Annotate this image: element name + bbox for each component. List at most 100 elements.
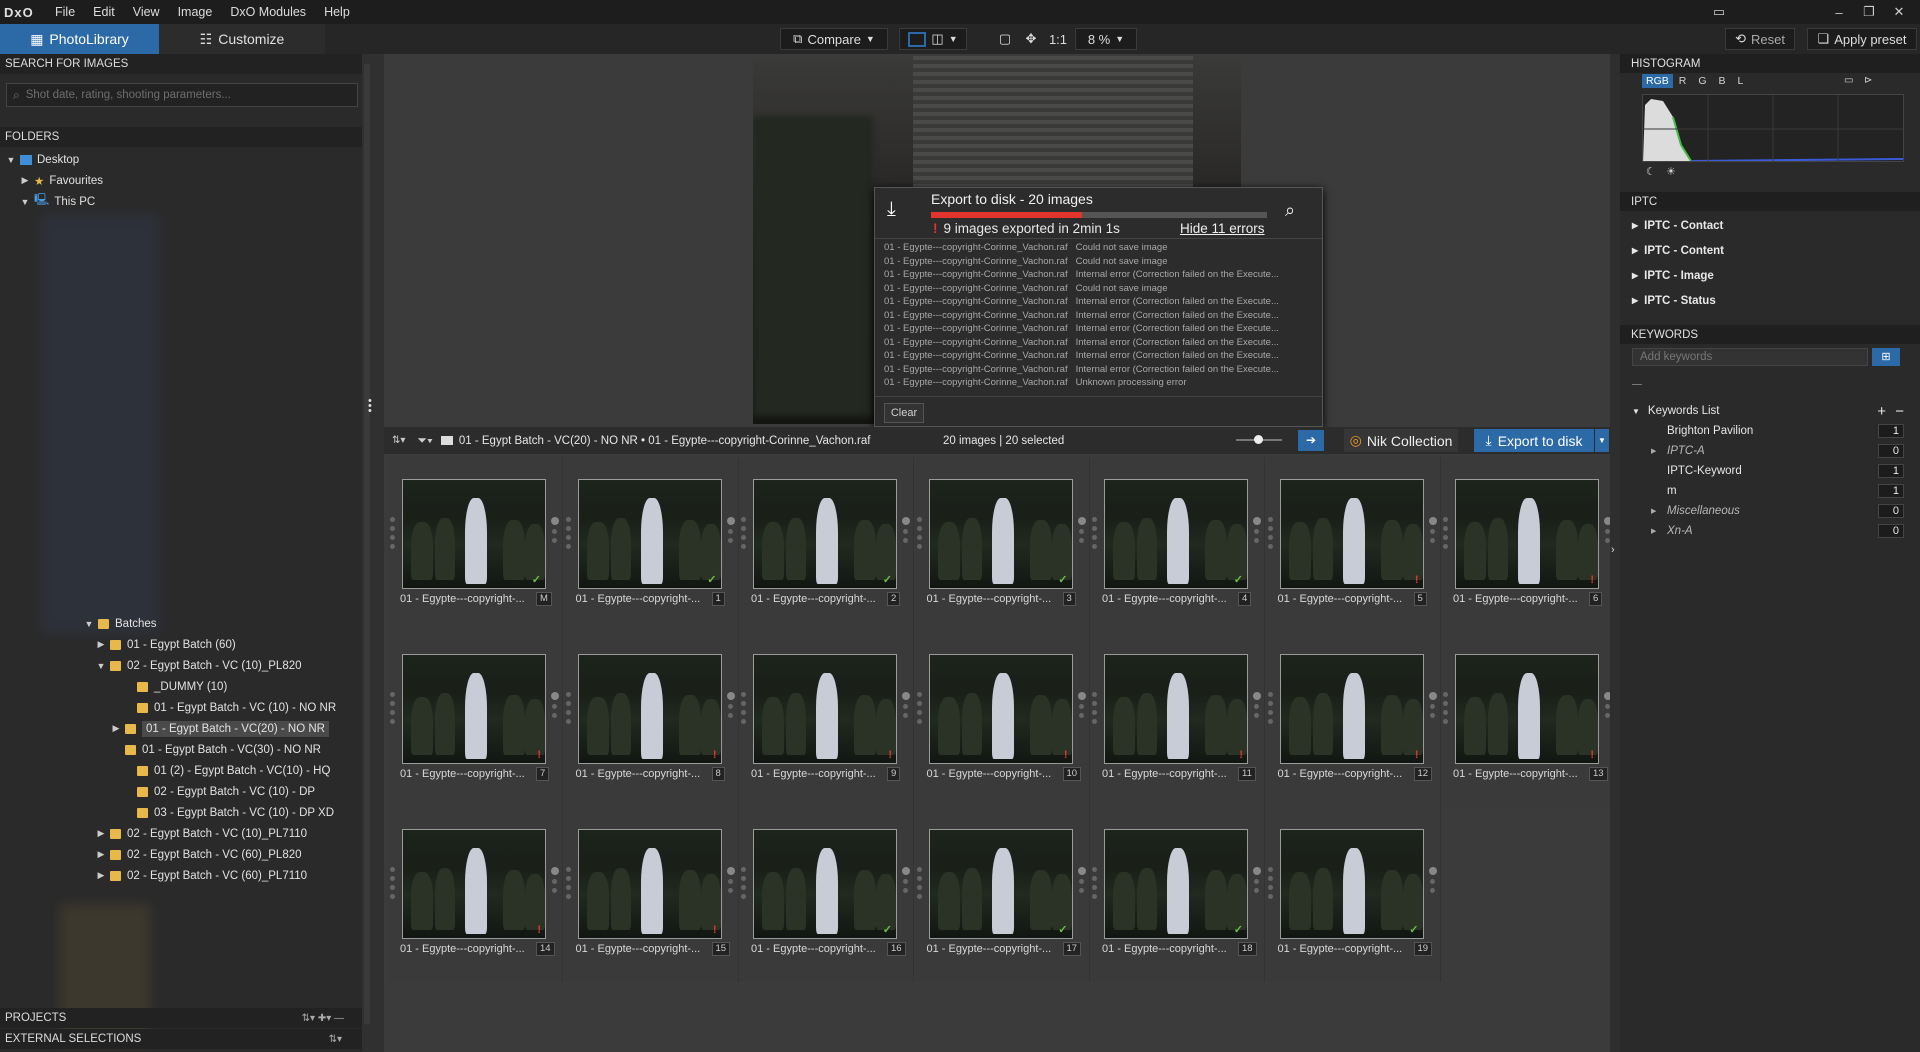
thumbnail[interactable]: ! 01 - Egypte---copyright-... 13 [1441,632,1616,807]
tree-item-favourites[interactable]: ▶ ★ Favourites [6,170,356,191]
rating-handle-icon[interactable] [741,517,747,549]
search-input[interactable]: Shot date, rating, shooting parameters..… [26,89,231,101]
thumbnail-image[interactable]: ✓ [577,479,722,589]
channel-rgb[interactable]: RGB [1642,74,1673,88]
tree-item-folder[interactable]: ▶ 01 - Egypt Batch (60) [0,634,362,655]
thumbnail[interactable]: ✓ 01 - Egypte---copyright-... 1 [563,457,739,632]
keyword-tree-icon[interactable]: ⊞ [1872,348,1900,366]
search-box[interactable]: ⌕ Shot date, rating, shooting parameters… [6,83,358,107]
export-queue-icon[interactable]: ➔ [1298,430,1324,451]
expand-right-icon[interactable]: ▶ [1632,296,1638,305]
thumbnail-image[interactable]: ! [1455,479,1599,589]
rating-handle-icon[interactable] [1443,517,1449,549]
thumbnail-image[interactable]: ! [928,654,1073,764]
thumbnail[interactable]: ! 01 - Egypte---copyright-... 6 [1441,457,1616,632]
rating-handle-icon[interactable] [390,867,396,899]
rating-handle-icon[interactable] [1092,517,1098,549]
channel-b[interactable]: B [1713,74,1732,88]
search-icon[interactable]: ⌕ [1285,200,1295,221]
menu-help[interactable]: Help [324,5,350,19]
single-view-icon[interactable] [908,31,927,47]
tree-item-folder[interactable]: 01 - Egypt Batch - VC(30) - NO NR [0,739,362,760]
compare-button[interactable]: ⧉ Compare ▼ [780,28,888,50]
tag-dots-icon[interactable] [1077,692,1086,718]
thumbnail-image[interactable]: ! [402,654,546,764]
softproof-icon[interactable]: ⊳ [1864,75,1872,86]
minimize-button[interactable]: – [1824,5,1854,20]
thumbnail-image[interactable]: ✓ [928,479,1073,589]
tag-dots-icon[interactable] [1253,517,1261,543]
shadow-clipping-icon[interactable]: ☾ [1646,165,1656,178]
tree-item-folder[interactable]: ▶ 02 - Egypt Batch - VC (60)_PL820 [0,844,362,865]
add-keyword-icon[interactable]: + [1877,403,1886,420]
expand-right-icon[interactable]: ▶ [96,828,106,839]
thumbnail-image[interactable]: ✓ [928,829,1073,939]
expand-down-icon[interactable]: ▼ [6,155,16,165]
thumbnail[interactable]: ! 01 - Egypte---copyright-... 12 [1265,632,1441,807]
tab-customize[interactable]: ☷ Customize [159,24,325,54]
expand-right-icon[interactable]: ▶ [1632,271,1638,280]
iptc-image[interactable]: ▶ IPTC - Image [1620,263,1920,288]
monitor-icon[interactable]: ▭ [1844,75,1853,86]
rating-handle-icon[interactable] [1443,692,1449,724]
remove-keyword-icon[interactable]: − [1895,403,1904,420]
tag-dots-icon[interactable] [1428,692,1437,718]
tree-item-this-pc[interactable]: ▼ 🖳 This PC [6,191,356,212]
export-options-dropdown[interactable]: ▼ [1595,429,1609,452]
crop-icon[interactable]: ▢ [994,28,1016,50]
thumbnail[interactable]: ✓ 01 - Egypte---copyright-... 16 [739,807,914,982]
thumbnail-image[interactable]: ✓ [1104,829,1248,939]
channel-l[interactable]: L [1732,74,1750,88]
rating-handle-icon[interactable] [1267,867,1274,899]
highlight-clipping-icon[interactable]: ☀ [1666,165,1676,178]
expand-right-icon[interactable]: ▶ [1632,221,1638,230]
tag-dots-icon[interactable] [1253,692,1261,718]
thumbnail[interactable]: ✓ 01 - Egypte---copyright-... M [388,457,563,632]
thumbnail-image[interactable]: ! [1104,654,1248,764]
thumbnail[interactable]: ! 01 - Egypte---copyright-... 15 [563,807,739,982]
apply-preset-button[interactable]: ❏ Apply preset [1807,28,1917,50]
rating-handle-icon[interactable] [565,517,572,549]
thumbnail[interactable]: ✓ 01 - Egypte---copyright-... 4 [1090,457,1265,632]
tree-item-folder-selected[interactable]: ▶ 01 - Egypt Batch - VC(20) - NO NR [0,718,362,739]
fullscreen-icon[interactable]: ▭ [1704,4,1734,20]
thumbnail-image[interactable]: ! [1279,479,1424,589]
channel-g[interactable]: G [1692,74,1712,88]
thumbnail[interactable]: ! 01 - Egypte---copyright-... 11 [1090,632,1265,807]
rating-handle-icon[interactable] [916,867,923,899]
tag-dots-icon[interactable] [1428,517,1437,543]
chevron-right-icon[interactable]: › [1611,544,1615,556]
left-splitter[interactable]: • • • [362,54,384,1052]
projects-actions[interactable]: ⇅▾ ✚▾ — [302,1013,344,1024]
hide-errors-link[interactable]: Hide 11 errors [1180,221,1265,236]
rating-handle-icon[interactable] [1092,692,1098,724]
thumbnail-image[interactable]: ✓ [753,829,897,939]
thumbnail-image[interactable]: ! [402,829,546,939]
expand-right-icon[interactable]: ▶ [1651,527,1656,535]
tree-item-folder[interactable]: 01 (2) - Egypt Batch - VC(10) - HQ [0,760,362,781]
restore-button[interactable]: ❐ [1854,4,1884,20]
tag-dots-icon[interactable] [1077,867,1086,893]
thumbnail[interactable]: ✓ 01 - Egypte---copyright-... 3 [914,457,1090,632]
iptc-content[interactable]: ▶ IPTC - Content [1620,238,1920,263]
keyword-item[interactable]: IPTC-Keyword 1 [1620,461,1920,481]
menu-image[interactable]: Image [178,5,213,19]
tag-dots-icon[interactable] [902,867,910,893]
thumbnail-image[interactable]: ✓ [753,479,897,589]
thumbnail-image[interactable]: ✓ [1279,829,1424,939]
expand-down-icon[interactable]: ▼ [20,197,30,207]
thumbnail-image[interactable]: ✓ [402,479,546,589]
expand-right-icon[interactable]: ▶ [1651,447,1656,455]
right-splitter[interactable]: › [1610,54,1620,1052]
rating-handle-icon[interactable] [390,692,396,724]
thumbnail[interactable]: ✓ 01 - Egypte---copyright-... 2 [739,457,914,632]
tree-item-folder[interactable]: ▼ 02 - Egypt Batch - VC (10)_PL820 [0,655,362,676]
thumbnail[interactable]: ✓ 01 - Egypte---copyright-... 18 [1090,807,1265,982]
expand-right-icon[interactable]: ▶ [96,639,106,650]
rating-handle-icon[interactable] [1092,867,1098,899]
keyword-item[interactable]: ▶ Miscellaneous 0 [1620,501,1920,521]
expand-right-icon[interactable]: ▶ [1651,507,1656,515]
expand-down-icon[interactable]: ▼ [84,619,94,629]
thumbnail[interactable]: ! 01 - Egypte---copyright-... 10 [914,632,1090,807]
rating-handle-icon[interactable] [565,867,572,899]
